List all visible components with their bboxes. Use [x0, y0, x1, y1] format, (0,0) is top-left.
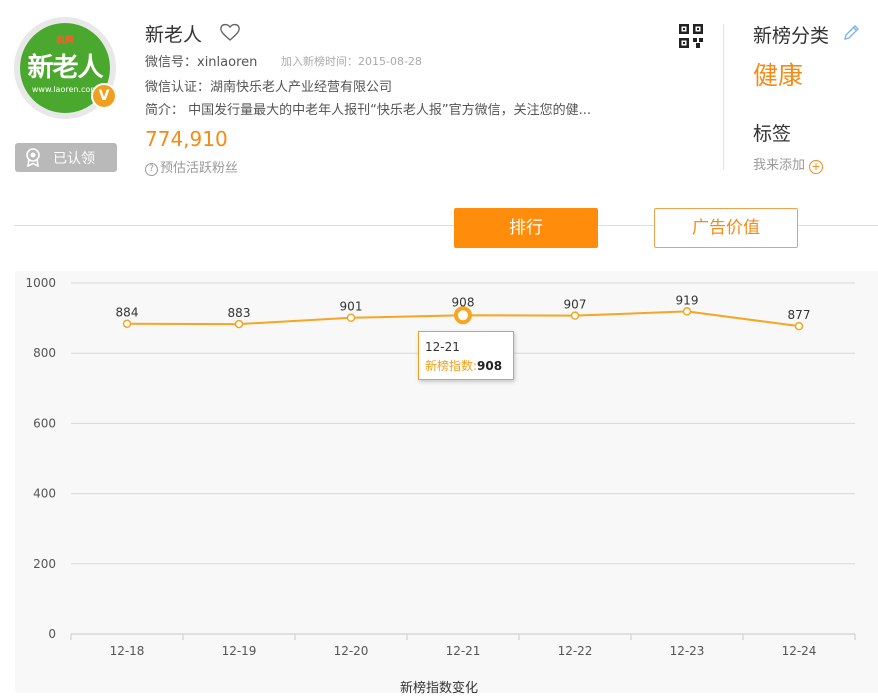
y-tick-label: 800 — [33, 346, 56, 360]
x-tick-label: 12-23 — [670, 644, 705, 658]
tooltip-value-line: 新榜指数:908 — [425, 357, 502, 374]
data-label: 877 — [788, 308, 811, 322]
tooltip-date: 12-21 — [425, 340, 460, 354]
tooltip-label: 新榜指数: — [425, 359, 478, 373]
x-tick-label: 12-21 — [446, 644, 481, 658]
y-tick-label: 1000 — [25, 276, 56, 290]
data-point — [570, 311, 580, 320]
data-label: 907 — [564, 298, 587, 312]
data-point — [346, 313, 356, 322]
tooltip-value: 908 — [477, 359, 503, 373]
highlighted-data-point — [454, 306, 472, 325]
chart-tooltip: 12-21 新榜指数:908 — [418, 331, 514, 380]
data-label: 908 — [452, 295, 475, 309]
data-label: 919 — [676, 293, 699, 307]
data-point — [122, 319, 132, 328]
y-tick-label: 600 — [33, 416, 56, 430]
data-label: 883 — [228, 306, 251, 320]
x-tick-label: 12-24 — [782, 644, 817, 658]
x-tick-label: 12-19 — [222, 644, 257, 658]
y-tick-label: 0 — [48, 627, 56, 641]
chart-caption: 新榜指数变化 — [399, 681, 478, 696]
data-point — [794, 321, 804, 331]
y-tick-label: 400 — [33, 487, 56, 501]
data-point — [682, 307, 692, 316]
x-tick-label: 12-22 — [558, 644, 593, 658]
data-point — [234, 319, 244, 329]
data-label: 884 — [116, 306, 139, 320]
x-tick-label: 12-18 — [110, 644, 145, 658]
x-tick-label: 12-20 — [334, 644, 369, 658]
y-tick-label: 200 — [33, 557, 56, 571]
data-label: 901 — [340, 300, 363, 314]
